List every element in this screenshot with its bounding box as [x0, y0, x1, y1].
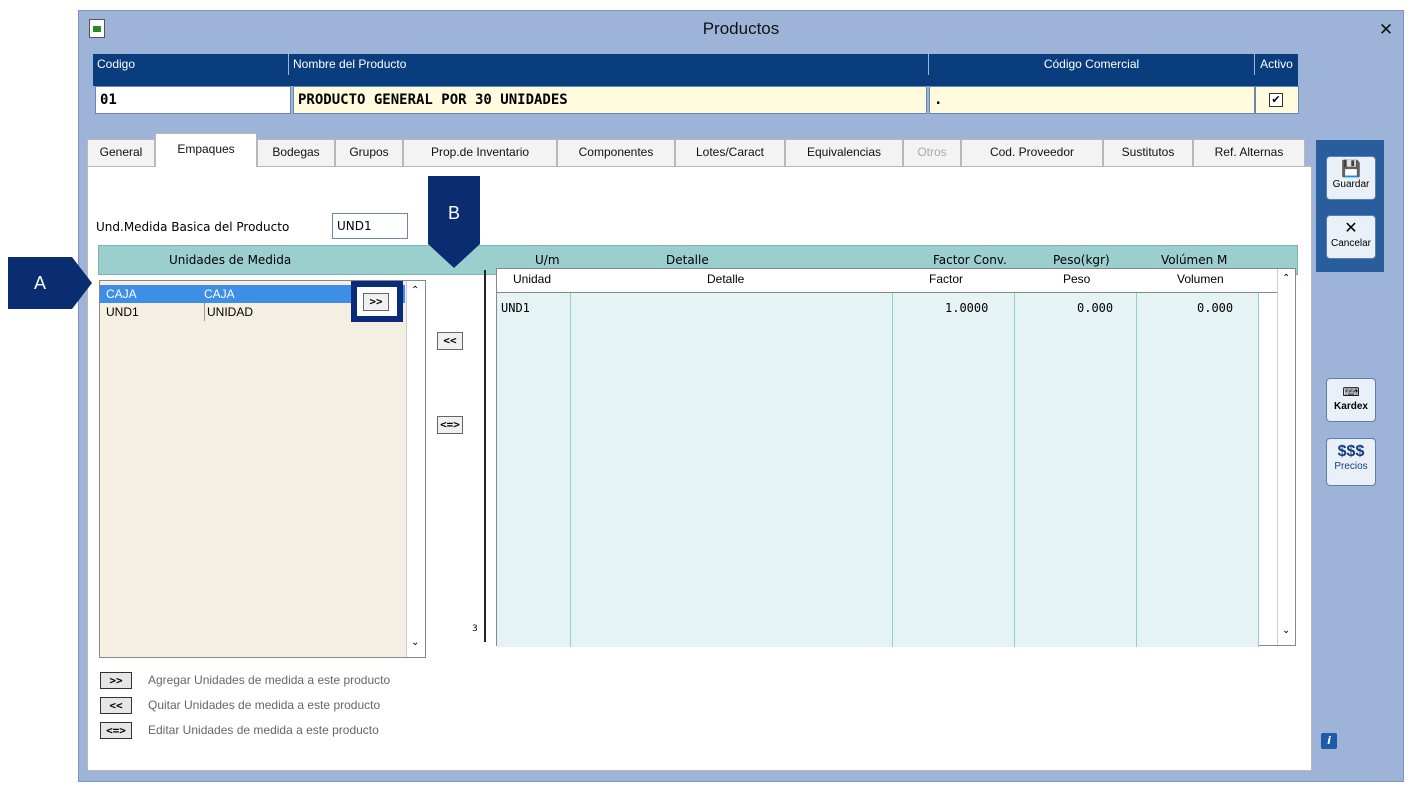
- list-item-name: UNIDAD: [204, 303, 253, 321]
- callout-b-arrow: [428, 244, 480, 268]
- tab-otros: Otros: [903, 139, 961, 166]
- guardar-button[interactable]: 💾 Guardar: [1326, 156, 1376, 200]
- scroll-up-icon[interactable]: ⌃: [1282, 273, 1290, 284]
- list-scrollbar[interactable]: ⌃ ⌄: [406, 281, 425, 657]
- tab-prop-inventario[interactable]: Prop.de Inventario: [403, 139, 557, 166]
- tab-empaques[interactable]: Empaques: [155, 133, 257, 167]
- precios-button[interactable]: $$$ Precios: [1326, 438, 1376, 486]
- tab-equivalencias[interactable]: Equivalencias: [785, 139, 903, 166]
- nombre-field[interactable]: PRODUCTO GENERAL POR 30 UNIDADES: [293, 86, 927, 114]
- header-codigo-comercial: Código Comercial: [929, 54, 1255, 75]
- legend-add-icon: >>: [100, 672, 132, 689]
- teal-um: U/m: [535, 253, 560, 267]
- grid-header-detalle: Detalle: [707, 272, 745, 286]
- tab-componentes[interactable]: Componentes: [557, 139, 675, 166]
- scroll-down-icon[interactable]: ⌄: [411, 637, 419, 648]
- scroll-down-icon[interactable]: ⌄: [1282, 625, 1290, 636]
- remove-unit-button[interactable]: <<: [437, 332, 463, 350]
- grid-cell-unidad[interactable]: UND1: [501, 301, 530, 315]
- money-icon: $$$: [1337, 443, 1365, 460]
- list-item-name: CAJA: [204, 287, 235, 301]
- codigo-comercial-field[interactable]: .: [929, 86, 1255, 114]
- units-grid[interactable]: Unidad Detalle Factor Peso Volumen UND1 …: [496, 268, 1296, 647]
- legend-add-text: Agregar Unidades de medida a este produc…: [148, 673, 391, 687]
- tab-grupos[interactable]: Grupos: [335, 139, 403, 166]
- ruler-line: [484, 270, 486, 642]
- kardex-button[interactable]: ⌨ Kardex: [1326, 378, 1376, 422]
- cancel-icon: ✕: [1344, 220, 1358, 237]
- grid-header-volumen: Volumen: [1177, 272, 1224, 286]
- tab-general[interactable]: General: [87, 139, 155, 166]
- und-basica-input[interactable]: UND1: [332, 213, 408, 239]
- grid-col-factor: [893, 293, 1015, 647]
- add-unit-button[interactable]: >>: [363, 293, 389, 311]
- grid-col-volumen: [1137, 293, 1259, 647]
- callout-b: B: [428, 176, 480, 244]
- list-item-code: CAJA: [106, 287, 137, 301]
- grid-cell-peso[interactable]: 0.000: [1077, 301, 1113, 315]
- tab-bodegas[interactable]: Bodegas: [257, 139, 335, 166]
- tab-cod-proveedor[interactable]: Cod. Proveedor: [961, 139, 1103, 166]
- teal-detalle: Detalle: [666, 253, 709, 267]
- ruler-count: 3: [472, 624, 478, 634]
- header-codigo: Codigo: [93, 54, 289, 75]
- codigo-field[interactable]: 01: [95, 86, 291, 114]
- legend-remove-icon: <<: [100, 697, 132, 714]
- save-icon: 💾: [1341, 161, 1361, 178]
- grid-cell-volumen[interactable]: 0.000: [1197, 301, 1233, 315]
- keyboard-icon: ⌨: [1342, 385, 1360, 399]
- close-button[interactable]: ✕: [1375, 19, 1397, 41]
- list-item-code: UND1: [106, 305, 139, 319]
- grid-header-peso: Peso: [1063, 272, 1091, 286]
- grid-col-detalle: [571, 293, 893, 647]
- title-bar: Productos ✕: [79, 11, 1403, 51]
- teal-volumen: Volúmen M: [1161, 253, 1228, 267]
- callout-a: A: [8, 257, 72, 309]
- header-strip: [93, 75, 1299, 86]
- info-icon[interactable]: i: [1321, 733, 1337, 749]
- grid-header-factor: Factor: [929, 272, 964, 286]
- callout-a-arrow: [72, 257, 92, 309]
- unidades-list[interactable]: CAJA CAJA UND1 UNIDAD ⌃ ⌄: [99, 280, 426, 658]
- teal-factor: Factor Conv.: [933, 253, 1007, 267]
- grid-header-unidad: Unidad: [513, 272, 552, 286]
- activo-checkbox[interactable]: ✔: [1269, 93, 1283, 107]
- teal-unidades: Unidades de Medida: [169, 253, 292, 267]
- tab-lotes-caract[interactable]: Lotes/Caract: [675, 139, 785, 166]
- scroll-up-icon[interactable]: ⌃: [411, 285, 419, 296]
- grid-cell-factor[interactable]: 1.0000: [945, 301, 988, 315]
- grid-col-peso: [1015, 293, 1137, 647]
- header-activo: Activo: [1255, 54, 1299, 75]
- edit-unit-button[interactable]: <=>: [437, 416, 463, 434]
- grid-scrollbar[interactable]: ⌃ ⌄: [1277, 269, 1295, 645]
- grid-header: Unidad Detalle Factor Peso Volumen: [497, 269, 1277, 293]
- tab-ref-alternas[interactable]: Ref. Alternas: [1193, 139, 1305, 166]
- grid-col-unidad: [497, 293, 571, 647]
- cancelar-button[interactable]: ✕ Cancelar: [1326, 215, 1376, 259]
- window-title: Productos: [702, 19, 780, 38]
- legend-remove-text: Quitar Unidades de medida a este product…: [148, 698, 381, 712]
- teal-peso: Peso(kgr): [1053, 253, 1110, 267]
- legend-edit-text: Editar Unidades de medida a este product…: [148, 723, 379, 737]
- legend-edit-icon: <=>: [100, 722, 132, 739]
- und-basica-label: Und.Medida Basica del Producto: [96, 220, 290, 234]
- header-nombre: Nombre del Producto: [289, 54, 929, 75]
- tab-sustitutos[interactable]: Sustitutos: [1103, 139, 1193, 166]
